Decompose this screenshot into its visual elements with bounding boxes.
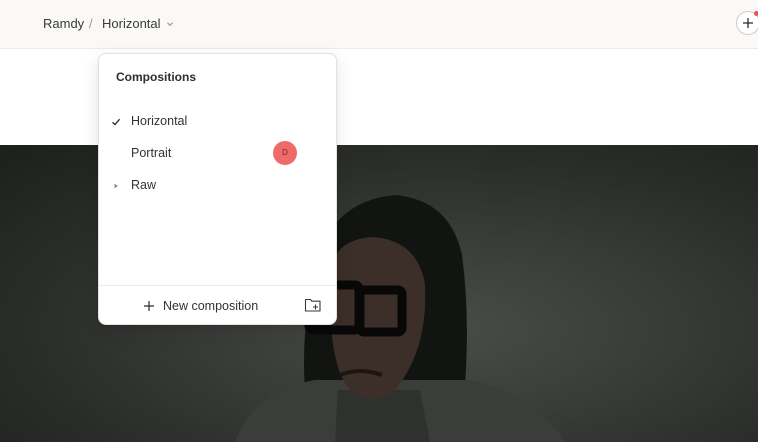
triangle-right-icon[interactable]: [111, 181, 121, 191]
breadcrumb-separator: /: [89, 16, 93, 31]
compositions-dropdown: Compositions Horizontal Portrait D Raw N…: [98, 53, 337, 325]
breadcrumb-current: Horizontal: [102, 16, 161, 31]
composition-label: Portrait: [131, 146, 172, 160]
neck-shape: [335, 390, 430, 442]
new-composition-label: New composition: [163, 299, 259, 313]
breadcrumb-root[interactable]: Ramdy: [43, 16, 84, 32]
plus-icon: [144, 301, 154, 311]
dropdown-footer: New composition: [99, 285, 336, 326]
composition-item-horizontal[interactable]: Horizontal: [99, 108, 336, 136]
folder-add-icon[interactable]: [304, 297, 322, 313]
top-bar: Ramdy / Horizontal: [0, 0, 758, 49]
collaborator-avatar: D: [273, 141, 297, 165]
composition-item-raw[interactable]: Raw: [99, 172, 336, 200]
dropdown-title: Compositions: [116, 70, 196, 84]
composition-label: Horizontal: [131, 114, 188, 128]
check-icon: [112, 118, 121, 126]
composition-switcher[interactable]: Horizontal: [102, 16, 174, 32]
composition-item-portrait[interactable]: Portrait D: [99, 140, 336, 168]
notification-dot: [754, 11, 758, 16]
composition-label: Raw: [131, 178, 157, 192]
chevron-down-icon: [166, 22, 173, 27]
plus-icon: [743, 18, 753, 28]
new-composition-button[interactable]: New composition: [143, 298, 258, 314]
